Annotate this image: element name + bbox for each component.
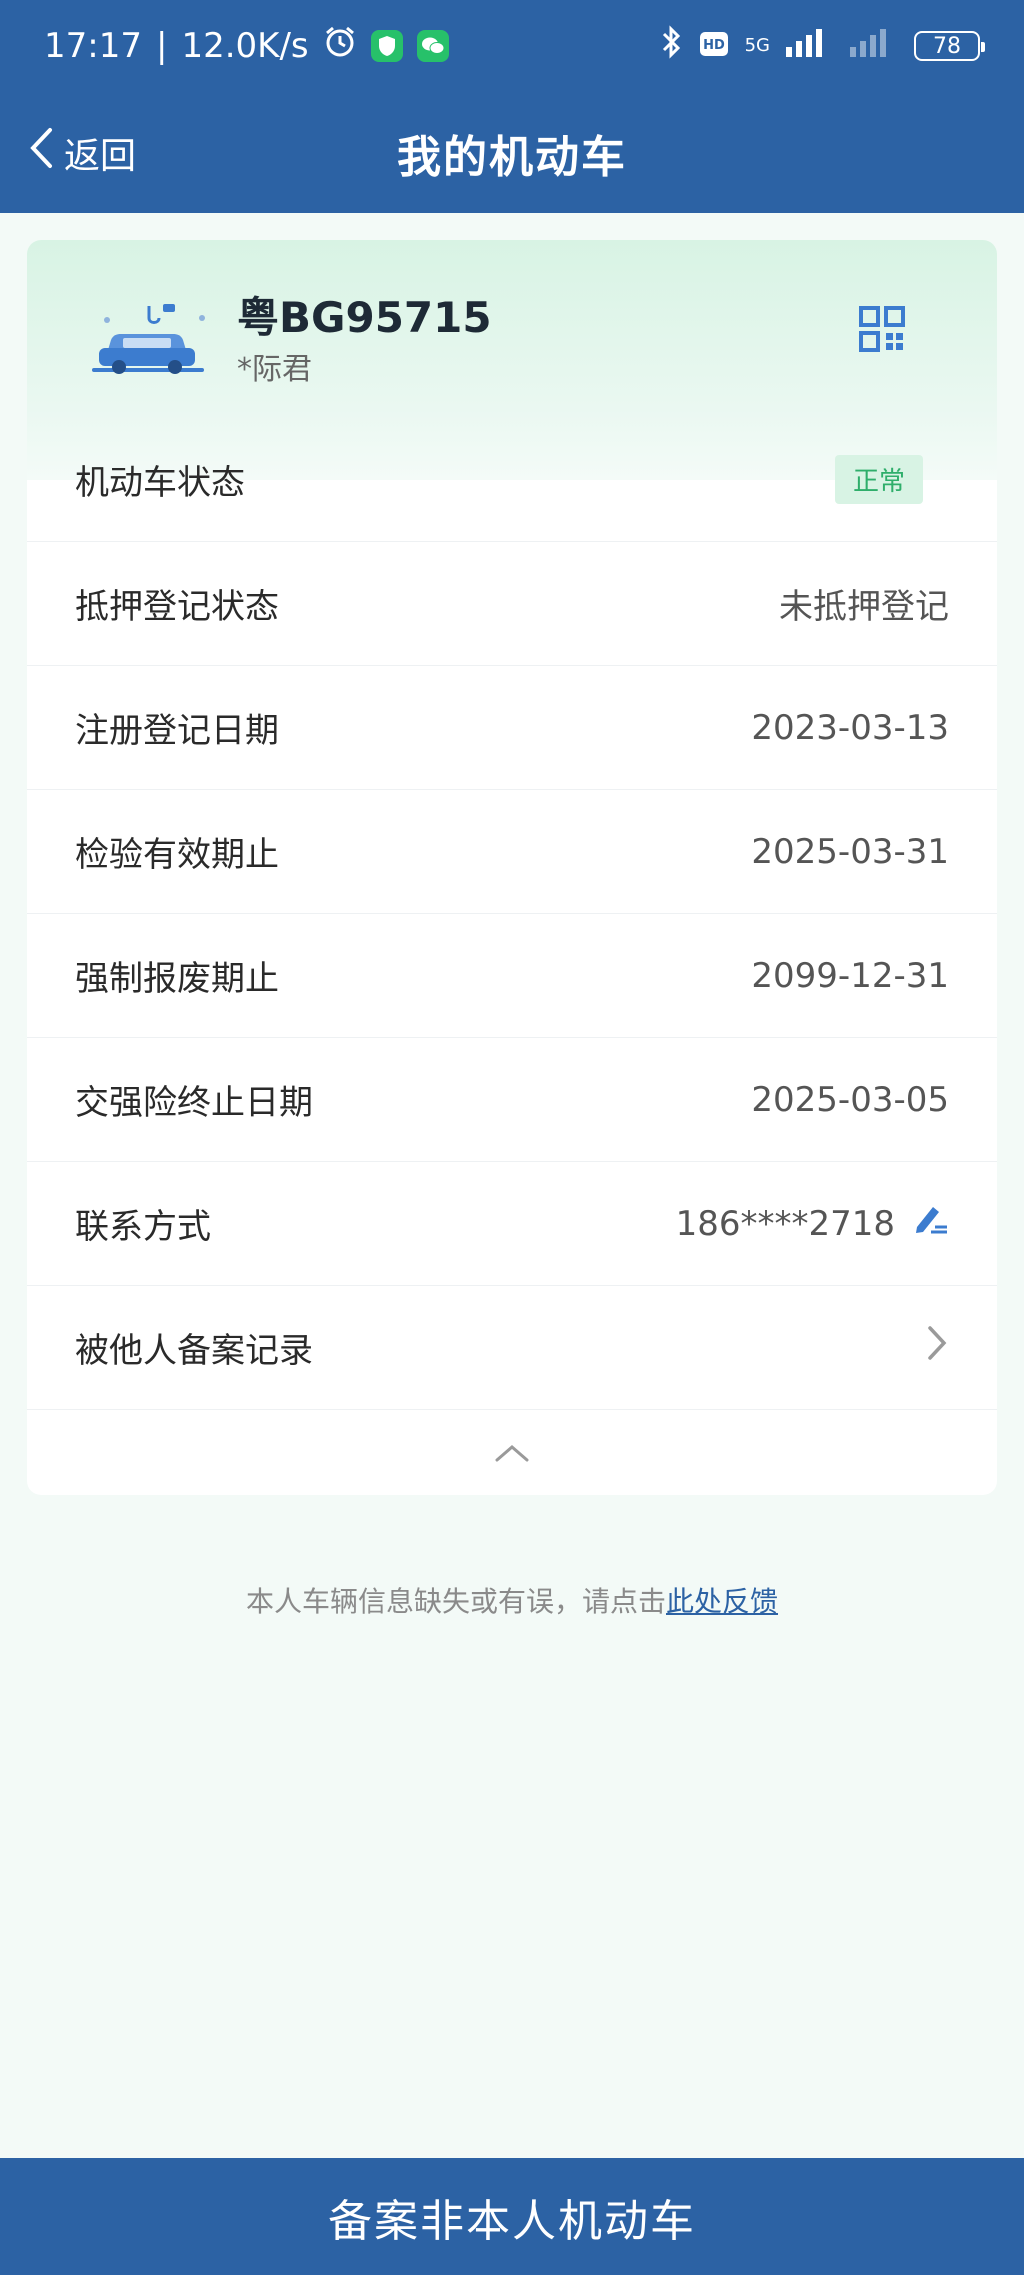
navigation-bar: 返回 我的机动车 — [0, 92, 1024, 213]
row-label: 机动车状态 — [75, 463, 245, 503]
contact-phone: 186****2718 — [675, 1203, 895, 1244]
status-bar: 17:17 | 12.0K/s HD 5G 78 — [0, 0, 1024, 92]
row-value — [925, 1323, 949, 1372]
plate-number: 粤BG95715 — [237, 293, 492, 342]
bluetooth-icon — [661, 24, 683, 68]
car-icon — [77, 290, 217, 390]
hd-icon: HD — [699, 26, 729, 66]
status-time: 17:17 — [44, 26, 142, 66]
row-label: 被他人备案记录 — [75, 1331, 313, 1371]
svg-text:HD: HD — [703, 38, 725, 53]
row-label: 检验有效期止 — [75, 835, 279, 875]
chevron-up-icon — [494, 1443, 530, 1467]
vehicle-card: 粤BG95715 *际君 机动车状态 正常 抵押登记状态 未抵押登记 注册登记日… — [27, 240, 997, 1495]
row-label: 抵押登记状态 — [75, 587, 279, 627]
row-value: 正常 — [834, 455, 949, 504]
row-value: 2025-03-05 — [751, 1079, 949, 1120]
shield-icon — [370, 30, 403, 62]
chevron-left-icon — [28, 126, 54, 179]
feedback-text: 本人车辆信息缺失或有误，请点击 — [245, 1585, 666, 1618]
status-bar-right: HD 5G 78 — [661, 24, 985, 68]
chevron-right-icon — [925, 1323, 949, 1372]
status-bar-left: 17:17 | 12.0K/s — [44, 25, 449, 68]
row-registration-date: 注册登记日期 2023-03-13 — [27, 666, 997, 790]
collapse-toggle[interactable] — [27, 1415, 997, 1495]
signal-icon — [786, 26, 834, 66]
feedback-link[interactable]: 此处反馈 — [666, 1585, 778, 1618]
network-type: 5G — [744, 35, 770, 56]
row-value: 2023-03-13 — [751, 707, 949, 748]
row-filing-records[interactable]: 被他人备案记录 — [27, 1286, 997, 1410]
alarm-icon — [323, 25, 357, 68]
row-inspection-valid: 检验有效期止 2025-03-31 — [27, 790, 997, 914]
file-other-vehicle-button[interactable]: 备案非本人机动车 — [0, 2158, 1024, 2275]
row-value: 186****2718 — [676, 1201, 949, 1246]
qr-code-icon[interactable] — [859, 306, 905, 352]
row-contact: 联系方式 186****2718 — [27, 1162, 997, 1286]
row-value: 2025-03-31 — [751, 831, 949, 872]
row-value: 未抵押登记 — [779, 587, 949, 627]
row-vehicle-status: 机动车状态 正常 — [27, 418, 997, 542]
status-badge: 正常 — [834, 455, 923, 504]
status-speed: 12.0K/s — [181, 26, 309, 66]
edit-icon[interactable] — [911, 1201, 949, 1246]
back-button[interactable]: 返回 — [28, 92, 136, 213]
row-mortgage-status: 抵押登记状态 未抵押登记 — [27, 542, 997, 666]
row-label: 交强险终止日期 — [75, 1083, 313, 1123]
page-title: 我的机动车 — [397, 131, 627, 183]
wechat-icon — [416, 30, 449, 62]
feedback-note: 本人车辆信息缺失或有误，请点击此处反馈 — [0, 1580, 1024, 1620]
owner-name: *际君 — [237, 352, 312, 387]
status-divider: | — [155, 26, 168, 66]
battery-icon: 78 — [914, 31, 985, 61]
signal-weak-icon — [850, 26, 898, 66]
row-insurance-end: 交强险终止日期 2025-03-05 — [27, 1038, 997, 1162]
row-label: 联系方式 — [75, 1207, 211, 1247]
row-scrap-date: 强制报废期止 2099-12-31 — [27, 914, 997, 1038]
app-header: 17:17 | 12.0K/s HD 5G 78 返回 我的机动车 — [0, 0, 1024, 213]
back-label: 返回 — [64, 135, 137, 177]
row-label: 强制报废期止 — [75, 959, 279, 999]
row-label: 注册登记日期 — [75, 711, 279, 751]
row-value: 2099-12-31 — [751, 955, 949, 996]
